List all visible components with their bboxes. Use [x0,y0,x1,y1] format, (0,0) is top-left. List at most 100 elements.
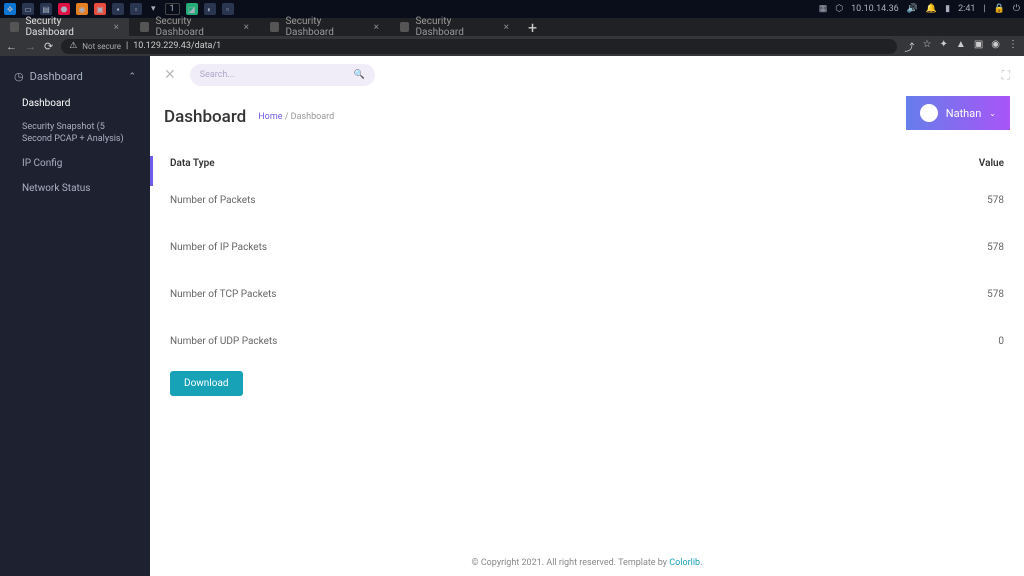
cell-type: Number of IP Packets [170,242,944,253]
accent-bar [150,156,153,186]
cell-value: 578 [944,242,1004,253]
col-header-value: Value [944,158,1004,169]
power-icon[interactable]: ⏻ [1013,4,1020,14]
avatar [920,104,938,122]
desktop-icon[interactable]: ▭ [22,3,34,15]
vpn-icon[interactable]: ⬡ [835,4,843,14]
divider: | [983,4,985,14]
battery-icon[interactable]: ▮ [945,4,950,14]
footer-text: © Copyright 2021. All right reserved. Te… [472,558,670,568]
app-icon[interactable]: ⬣ [58,3,70,15]
data-table: Data Type Value Number of Packets 578 Nu… [170,150,1004,365]
ext3-icon[interactable]: ▣ [974,39,983,54]
table-row: Number of Packets 578 [170,177,1004,224]
table-row: Number of TCP Packets 578 [170,271,1004,318]
sidebar-item-ipconfig[interactable]: IP Config [0,151,150,176]
cell-value: 0 [944,336,1004,347]
browser-tab[interactable]: Security Dashboard × [260,18,390,36]
tab-title: Security Dashboard [415,16,497,38]
tab-close-icon[interactable]: × [244,22,249,33]
col-header-type: Data Type [170,158,944,169]
browser-tab[interactable]: Security Dashboard × [390,18,520,36]
fullscreen-icon[interactable]: ⛶ [1002,68,1010,83]
os-taskbar: ❖ ▭ ▤ ⬣ ◉ ▣ ▪ ▫ ▾ 1 ◪ ◐ ▫ ▦ ⬡ 10.10.14.3… [0,0,1024,18]
breadcrumb: Home / Dashboard [258,112,334,122]
sidebar-header-label: Dashboard [30,70,83,83]
tab-close-icon[interactable]: × [374,22,379,33]
breadcrumb-sep: / [285,112,289,122]
term3-icon[interactable]: ▫ [222,3,234,15]
burp-icon[interactable]: ▣ [94,3,106,15]
url-input[interactable]: ⚠ Not secure | 10.129.229.43/data/1 [61,39,896,54]
download-button[interactable]: Download [170,371,243,396]
cell-value: 578 [944,195,1004,206]
tab-close-icon[interactable]: × [114,22,119,33]
back-button[interactable]: ← [6,40,17,53]
tab-title: Security Dashboard [285,16,367,38]
sidebar-header[interactable]: ◷ Dashboard ⌃ [0,70,150,91]
chevron-down-icon: ⌄ [989,109,996,118]
cell-value: 578 [944,289,1004,300]
lock-icon[interactable]: 🔒 [994,4,1005,14]
tab-favicon-icon [10,22,19,32]
tab-close-icon[interactable]: × [504,22,509,33]
share-icon[interactable]: ⤴ [905,39,915,54]
tab-title: Security Dashboard [155,16,237,38]
user-menu[interactable]: Nathan ⌄ [906,96,1010,130]
footer: © Copyright 2021. All right reserved. Te… [150,550,1024,576]
tab-favicon-icon [400,22,409,32]
tab-title: Security Dashboard [25,16,107,38]
user-name: Nathan [946,107,982,120]
forward-button[interactable]: → [25,40,36,53]
sidebar-item-dashboard[interactable]: Dashboard [0,91,150,116]
close-icon[interactable]: ✕ [164,67,176,83]
files-icon[interactable]: ▤ [40,3,52,15]
new-tab-button[interactable]: + [520,18,545,36]
volume-icon[interactable]: 🔊 [907,4,918,14]
os-menu-icon[interactable]: ❖ [4,3,16,15]
workspace-num: 1 [165,3,180,15]
warning-icon: ⚠ [69,41,77,51]
table-row: Number of UDP Packets 0 [170,318,1004,365]
search-icon: 🔍 [354,70,365,80]
tab-favicon-icon [140,22,149,32]
terminal-icon[interactable]: ▪ [112,3,124,15]
security-label: Not secure [82,42,121,51]
browser-toolbar: ← → ⟳ ⚠ Not secure | 10.129.229.43/data/… [0,36,1024,56]
extensions-icon[interactable]: ✦ [940,39,948,54]
gauge-icon: ◷ [14,70,24,83]
workspace-dropdown[interactable]: ▾ [148,4,159,14]
cell-type: Number of Packets [170,195,944,206]
reload-button[interactable]: ⟳ [44,40,53,53]
ext2-icon[interactable]: ▲ [956,39,966,54]
browser-tab[interactable]: Security Dashboard × [130,18,260,36]
sidebar-item-snapshot[interactable]: Security Snapshot (5 Second PCAP + Analy… [0,116,150,151]
url-divider: | [126,41,128,51]
search-input[interactable]: Search... 🔍 [190,64,375,86]
search-placeholder: Search... [200,70,235,80]
page-title: Dashboard [164,107,246,127]
profile-icon[interactable]: ◉ [991,39,1000,54]
browser-tab-bar: Security Dashboard × Security Dashboard … [0,18,1024,36]
tab-favicon-icon [270,22,279,32]
cell-type: Number of TCP Packets [170,289,944,300]
breadcrumb-home[interactable]: Home [258,112,282,122]
app4-icon[interactable]: ◐ [204,3,216,15]
sidebar-item-netstat[interactable]: Network Status [0,176,150,201]
table-row: Number of IP Packets 578 [170,224,1004,271]
bell-icon[interactable]: 🔔 [926,4,937,14]
chevron-up-icon: ⌃ [128,72,136,82]
term2-icon[interactable]: ▫ [130,3,142,15]
firefox-icon[interactable]: ◉ [76,3,88,15]
browser-tab[interactable]: Security Dashboard × [0,18,130,36]
menu-icon[interactable]: ⋮ [1008,39,1018,54]
main-content: ✕ Search... 🔍 ⛶ Dashboard Home / Dashboa… [150,56,1024,576]
app3-icon[interactable]: ◪ [186,3,198,15]
footer-link[interactable]: Colorlib [669,558,700,568]
breadcrumb-current: Dashboard [291,112,335,122]
network-icon[interactable]: ▦ [819,4,828,14]
star-icon[interactable]: ☆ [923,39,932,54]
ip-label: 10.10.14.36 [851,4,899,14]
clock: 2:41 [958,4,975,14]
cell-type: Number of UDP Packets [170,336,944,347]
